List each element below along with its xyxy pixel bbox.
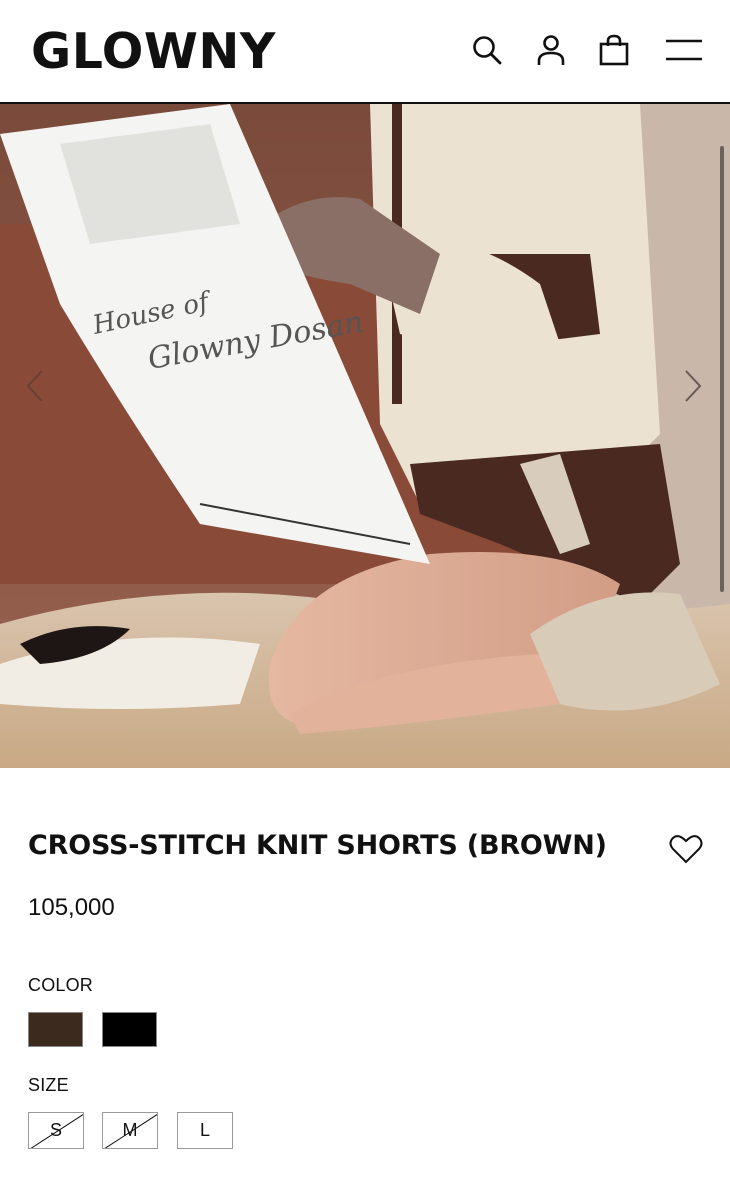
size-label: SIZE (28, 1075, 69, 1095)
menu-icon[interactable] (664, 30, 704, 70)
heart-icon[interactable] (666, 830, 706, 868)
image-scrollbar[interactable] (720, 146, 724, 592)
chevron-right-icon[interactable] (680, 366, 706, 406)
site-header: GLOWNY (0, 0, 730, 104)
shopping-bag-icon[interactable] (594, 30, 634, 70)
logo[interactable]: GLOWNY (31, 26, 276, 78)
product-image-carousel[interactable]: House of Glowny Dosan (0, 104, 730, 768)
size-option-m[interactable]: M (102, 1112, 158, 1149)
color-swatch-black[interactable] (102, 1012, 157, 1047)
sold-out-strike (30, 1114, 83, 1148)
user-icon[interactable] (531, 30, 571, 70)
color-label: COLOR (28, 975, 94, 995)
size-option-l[interactable]: L (177, 1112, 233, 1149)
product-title: CROSS-STITCH KNIT SHORTS (BROWN) (28, 830, 607, 861)
chevron-left-icon[interactable] (22, 366, 48, 406)
color-swatch-brown[interactable] (28, 1012, 83, 1047)
size-option-s[interactable]: S (28, 1112, 84, 1149)
size-option-label: L (199, 1120, 210, 1140)
product-price: 105,000 (28, 894, 115, 921)
sold-out-strike (104, 1114, 157, 1148)
product-photo: House of Glowny Dosan (0, 104, 730, 768)
search-icon[interactable] (467, 30, 507, 70)
